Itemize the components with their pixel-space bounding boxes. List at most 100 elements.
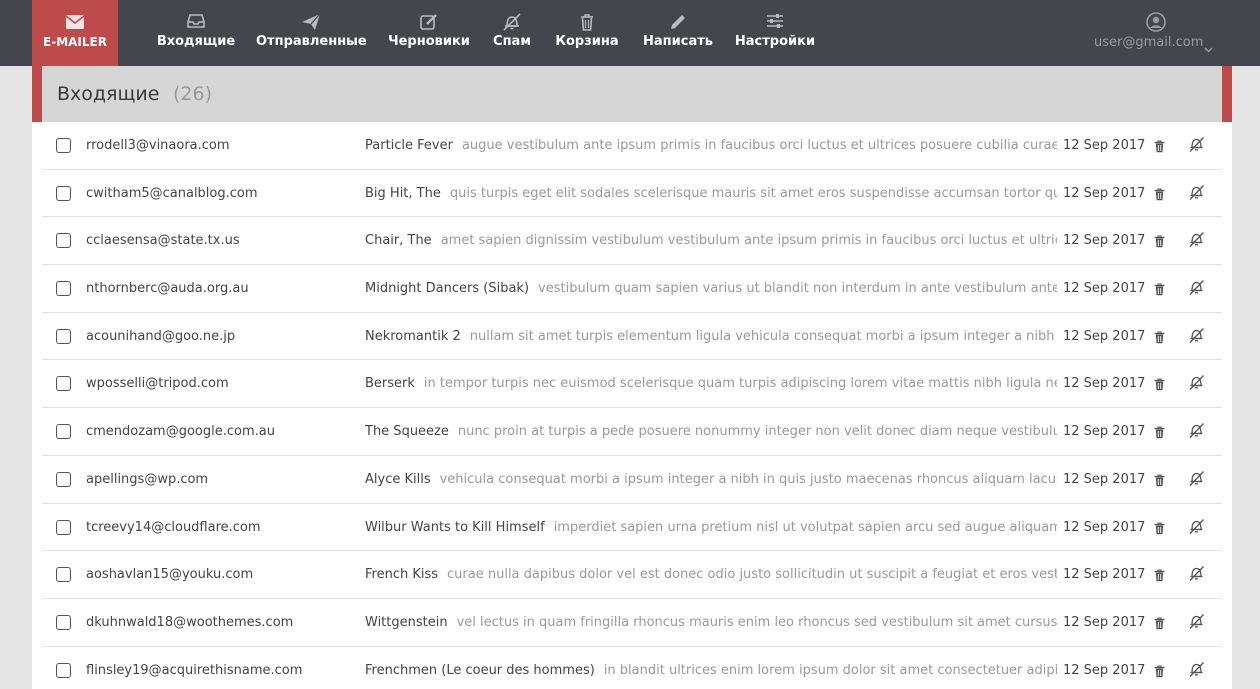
message-sender: cwitham5@canalblog.com [86, 185, 258, 201]
message-row[interactable]: dkuhnwald18@woothemes.com Wittgenstein vel… [42, 598, 1222, 647]
message-sender: cmendozam@google.com.au [86, 424, 275, 440]
message-summary[interactable]: Frenchmen (Le coeur des hommes) in blandi… [365, 663, 1057, 678]
trash-icon [580, 13, 594, 35]
bell-slash-icon[interactable] [1188, 470, 1205, 491]
message-sender: acounihand@goo.ne.jp [86, 328, 236, 344]
message-list: rrodell3@vinaora.com Particle Fever augue … [42, 122, 1222, 689]
select-checkbox[interactable] [56, 138, 71, 153]
message-summary[interactable]: Alyce Kills vehicula consequat morbi a ip… [365, 472, 1057, 487]
nav-drafts[interactable]: Черновики [386, 0, 472, 66]
message-summary[interactable]: French Kiss curae nulla dapibus dolor vel… [365, 567, 1057, 582]
brand-label: E-MAILER [43, 35, 107, 49]
message-summary[interactable]: Berserk in tempor turpis nec euismod scel… [365, 376, 1057, 391]
message-row[interactable]: cmendozam@google.com.au The Squeeze nunc p… [42, 408, 1222, 456]
trash-icon[interactable] [1154, 281, 1165, 300]
message-row[interactable]: apellings@wp.com Alyce Kills vehicula cons… [42, 455, 1222, 504]
folder-count: (26) [173, 83, 213, 105]
bell-slash-icon[interactable] [1188, 136, 1205, 157]
trash-icon[interactable] [1154, 424, 1165, 443]
bell-slash-icon[interactable] [1188, 184, 1205, 205]
select-checkbox[interactable] [56, 328, 71, 344]
bell-slash-icon[interactable] [1188, 422, 1205, 443]
trash-icon[interactable] [1154, 138, 1165, 157]
select-checkbox[interactable] [56, 281, 71, 297]
message-row[interactable]: flinsley19@acquirethisname.com Frenchmen … [42, 646, 1222, 689]
message-summary[interactable]: Chair, The amet sapien dignissim vestibul… [365, 233, 1057, 248]
trash-icon[interactable] [1154, 186, 1165, 205]
message-summary[interactable]: The Squeeze nunc proin at turpis a pede p… [365, 424, 1057, 439]
message-subject: Alyce Kills [365, 471, 431, 487]
message-preview: nullam sit amet turpis elementum ligula … [469, 328, 1057, 344]
message-subject: Wittgenstein [365, 614, 448, 630]
message-summary[interactable]: Nekromantik 2 nullam sit amet turpis elem… [365, 329, 1057, 344]
trash-icon[interactable] [1154, 472, 1165, 491]
nav-label: Отправленные [256, 34, 367, 49]
select-checkbox[interactable] [56, 471, 71, 487]
bell-slash-icon[interactable] [1188, 374, 1205, 395]
message-row[interactable]: cwitham5@canalblog.com Big Hit, The quis t… [42, 169, 1222, 218]
message-row[interactable]: nthornberc@auda.org.au Midnight Dancers (… [42, 265, 1222, 313]
message-summary[interactable]: Wittgenstein vel lectus in quam fringilla… [365, 615, 1057, 630]
message-row[interactable]: tcreevy14@cloudflare.com Wilbur Wants to … [42, 503, 1222, 552]
trash-icon[interactable] [1154, 567, 1165, 586]
message-date: 12 Sep 2017 [1063, 567, 1146, 583]
select-checkbox[interactable] [56, 614, 71, 630]
message-sender: rrodell3@vinaora.com [86, 138, 230, 153]
message-summary[interactable]: Big Hit, The quis turpis eget elit sodale… [365, 186, 1057, 201]
message-subject: Midnight Dancers (Sibak) [365, 281, 530, 297]
message-date: 12 Sep 2017 [1063, 662, 1146, 678]
select-checkbox[interactable] [56, 567, 71, 583]
select-checkbox[interactable] [56, 519, 71, 535]
trash-icon[interactable] [1154, 233, 1165, 252]
message-date: 12 Sep 2017 [1063, 519, 1146, 535]
user-menu[interactable]: user@gmail.com [1092, 0, 1216, 66]
chevron-down-icon [1204, 38, 1213, 57]
message-summary[interactable]: Wilbur Wants to Kill Himself imperdiet sa… [365, 520, 1057, 535]
brand-logo[interactable]: E-MAILER [32, 0, 118, 66]
nav-trash[interactable]: Корзина [554, 0, 620, 66]
trash-icon[interactable] [1154, 615, 1165, 634]
nav-settings[interactable]: Настройки [734, 0, 816, 66]
bell-slash-icon[interactable] [1188, 327, 1205, 348]
message-preview: vel lectus in quam fringilla rhoncus mau… [456, 614, 1057, 630]
bell-slash-icon[interactable] [1188, 661, 1205, 682]
message-preview: quis turpis eget elit sodales scelerisqu… [449, 185, 1057, 201]
bell-slash-icon[interactable] [1188, 231, 1205, 252]
nav-inbox[interactable]: Входящие [154, 0, 238, 66]
nav-sent[interactable]: Отправленные [256, 0, 367, 66]
message-summary[interactable]: Midnight Dancers (Sibak) vestibulum quam … [365, 281, 1057, 296]
select-checkbox[interactable] [56, 662, 71, 678]
trash-icon[interactable] [1154, 663, 1165, 682]
message-date: 12 Sep 2017 [1063, 471, 1146, 487]
message-date: 12 Sep 2017 [1063, 614, 1146, 630]
message-subject: The Squeeze [365, 424, 449, 440]
message-subject: Chair, The [365, 233, 432, 249]
bell-slash-icon [502, 13, 522, 35]
message-preview: augue vestibulum ante ipsum primis in fa… [461, 138, 1057, 153]
nav-spam[interactable]: Спам [490, 0, 534, 66]
message-summary[interactable]: Particle Fever augue vestibulum ante ipsu… [365, 138, 1057, 153]
message-row[interactable]: aoshavlan15@youku.com French Kiss curae nu… [42, 551, 1222, 599]
trash-icon[interactable] [1154, 376, 1165, 395]
message-sender: cclaesensa@state.tx.us [86, 233, 240, 249]
select-checkbox[interactable] [56, 185, 71, 201]
select-checkbox[interactable] [56, 376, 71, 392]
nav-compose[interactable]: Написать [640, 0, 716, 66]
message-row[interactable]: rrodell3@vinaora.com Particle Fever augue … [42, 122, 1222, 170]
message-row[interactable]: wposselli@tripod.com Berserk in tempor tur… [42, 360, 1222, 409]
select-checkbox[interactable] [56, 233, 71, 249]
inbox-icon [187, 13, 205, 33]
nav-label: Написать [643, 34, 713, 49]
bell-slash-icon[interactable] [1188, 279, 1205, 300]
trash-icon[interactable] [1154, 329, 1165, 348]
message-subject: Wilbur Wants to Kill Himself [365, 519, 545, 535]
message-row[interactable]: cclaesensa@state.tx.us Chair, The amet sap… [42, 217, 1222, 266]
message-preview: curae nulla dapibus dolor vel est donec … [447, 567, 1057, 583]
bell-slash-icon[interactable] [1188, 565, 1205, 586]
bell-slash-icon[interactable] [1188, 518, 1205, 539]
message-row[interactable]: acounihand@goo.ne.jp Nekromantik 2 nullam … [42, 312, 1222, 361]
top-navbar: E-MAILER Входящие Отправленные Черновики… [0, 0, 1260, 66]
select-checkbox[interactable] [56, 424, 71, 440]
trash-icon[interactable] [1154, 520, 1165, 539]
bell-slash-icon[interactable] [1188, 613, 1205, 634]
